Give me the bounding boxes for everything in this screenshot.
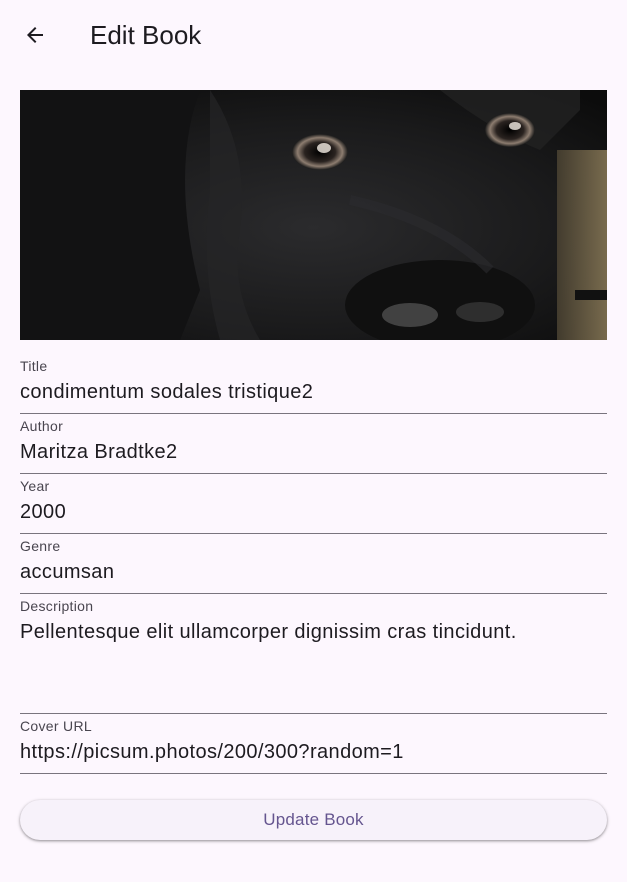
title-input[interactable]: condimentum sodales tristique2 [20, 380, 607, 404]
author-input[interactable]: Maritza Bradtke2 [20, 440, 607, 464]
title-field[interactable]: Title condimentum sodales tristique2 [20, 358, 607, 414]
cover-url-field[interactable]: Cover URL https://picsum.photos/200/300?… [20, 718, 607, 774]
update-book-button[interactable]: Update Book [20, 800, 607, 840]
page-title: Edit Book [90, 20, 202, 50]
genre-input[interactable]: accumsan [20, 560, 607, 584]
back-button[interactable] [11, 11, 59, 59]
year-label: Year [20, 478, 50, 494]
cover-url-input[interactable]: https://picsum.photos/200/300?random=1 [20, 740, 607, 764]
app-bar: Edit Book [0, 0, 627, 70]
title-label: Title [20, 358, 48, 374]
author-label: Author [20, 418, 64, 434]
genre-label: Genre [20, 538, 61, 554]
description-label: Description [20, 598, 94, 614]
update-book-label: Update Book [263, 810, 364, 829]
cover-url-label: Cover URL [20, 718, 92, 734]
description-field[interactable]: Description Pellentesque elit ullamcorpe… [20, 598, 607, 714]
cover-image [20, 90, 607, 340]
arrow-back-icon [27, 27, 43, 43]
year-input[interactable]: 2000 [20, 500, 607, 524]
genre-field[interactable]: Genre accumsan [20, 538, 607, 594]
description-input[interactable]: Pellentesque elit ullamcorper dignissim … [20, 620, 607, 644]
year-field[interactable]: Year 2000 [20, 478, 607, 534]
author-field[interactable]: Author Maritza Bradtke2 [20, 418, 607, 474]
